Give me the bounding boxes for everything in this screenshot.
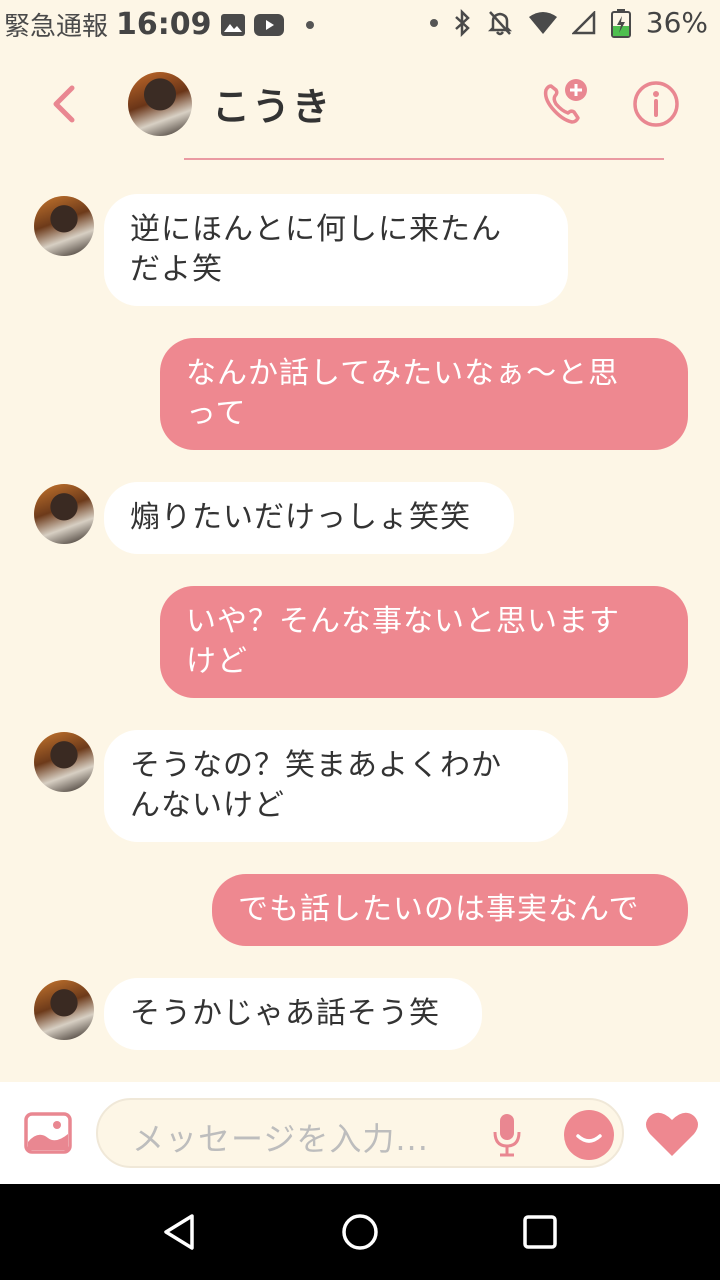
youtube-notification-icon bbox=[253, 13, 284, 37]
contact-avatar[interactable] bbox=[128, 72, 192, 136]
microphone-button[interactable] bbox=[492, 1112, 522, 1158]
sender-avatar[interactable] bbox=[34, 484, 94, 544]
like-button[interactable] bbox=[644, 1110, 700, 1158]
heart-icon bbox=[646, 1112, 698, 1156]
info-icon bbox=[633, 81, 679, 127]
signal-icon bbox=[571, 10, 596, 35]
phone-add-icon bbox=[543, 79, 587, 124]
circle-home-icon bbox=[342, 1214, 378, 1250]
nav-back-button[interactable] bbox=[160, 1212, 200, 1252]
status-left: 緊急通報 16:09 bbox=[4, 6, 314, 43]
nav-home-button[interactable] bbox=[340, 1212, 380, 1252]
chat-header: こうき bbox=[0, 50, 720, 160]
info-button[interactable] bbox=[632, 80, 680, 128]
status-time: 16:09 bbox=[116, 7, 212, 42]
message-input[interactable]: メッセージを入力... bbox=[96, 1098, 624, 1168]
back-button[interactable] bbox=[42, 80, 86, 128]
voice-call-button[interactable] bbox=[538, 78, 590, 130]
sender-avatar[interactable] bbox=[34, 980, 94, 1040]
status-right: 36% bbox=[429, 6, 708, 39]
battery-charging-icon bbox=[610, 8, 632, 38]
microphone-icon bbox=[493, 1114, 521, 1157]
battery-percent: 36% bbox=[645, 6, 708, 39]
outgoing-message[interactable]: いや？そんな事ないと思います けど bbox=[160, 586, 688, 698]
incoming-message[interactable]: そうなの？笑まあよくわか んないけど bbox=[104, 730, 568, 842]
gallery-notification-icon bbox=[220, 13, 246, 37]
incoming-message[interactable]: 煽りたいだけっしょ笑笑 bbox=[104, 482, 514, 554]
chevron-left-icon bbox=[53, 85, 75, 123]
nav-recents-button[interactable] bbox=[522, 1214, 558, 1250]
emoji-button[interactable] bbox=[564, 1110, 614, 1160]
square-recents-icon bbox=[523, 1215, 557, 1249]
contact-name[interactable]: こうき bbox=[212, 76, 332, 131]
message-input-bar: メッセージを入力... bbox=[0, 1082, 720, 1184]
triangle-back-icon bbox=[164, 1214, 194, 1250]
wifi-icon bbox=[528, 11, 558, 35]
system-nav-bar bbox=[0, 1184, 720, 1280]
message-list[interactable]: 逆にほんとに何しに来たん だよ笑 なんか話してみたいなぁ〜と思 って 煽りたいだ… bbox=[0, 160, 720, 1080]
sender-avatar[interactable] bbox=[34, 732, 94, 792]
sender-avatar[interactable] bbox=[34, 196, 94, 256]
status-bar: 緊急通報 16:09 36% bbox=[0, 0, 720, 50]
incoming-message[interactable]: 逆にほんとに何しに来たん だよ笑 bbox=[104, 194, 568, 306]
emergency-call-text: 緊急通報 bbox=[4, 12, 109, 42]
bluetooth-icon bbox=[452, 8, 472, 37]
outgoing-message[interactable]: なんか話してみたいなぁ〜と思 って bbox=[160, 338, 688, 450]
smile-icon bbox=[576, 1134, 602, 1143]
image-icon bbox=[24, 1112, 72, 1154]
mute-bell-icon bbox=[486, 9, 514, 37]
image-button[interactable] bbox=[24, 1112, 72, 1154]
message-input-placeholder: メッセージを入力... bbox=[132, 1120, 429, 1158]
incoming-message[interactable]: そうかじゃあ話そう笑 bbox=[104, 978, 482, 1050]
notification-dot-icon bbox=[305, 20, 314, 29]
status-dot-icon bbox=[429, 18, 438, 27]
outgoing-message[interactable]: でも話したいのは事実なんで bbox=[212, 874, 688, 946]
